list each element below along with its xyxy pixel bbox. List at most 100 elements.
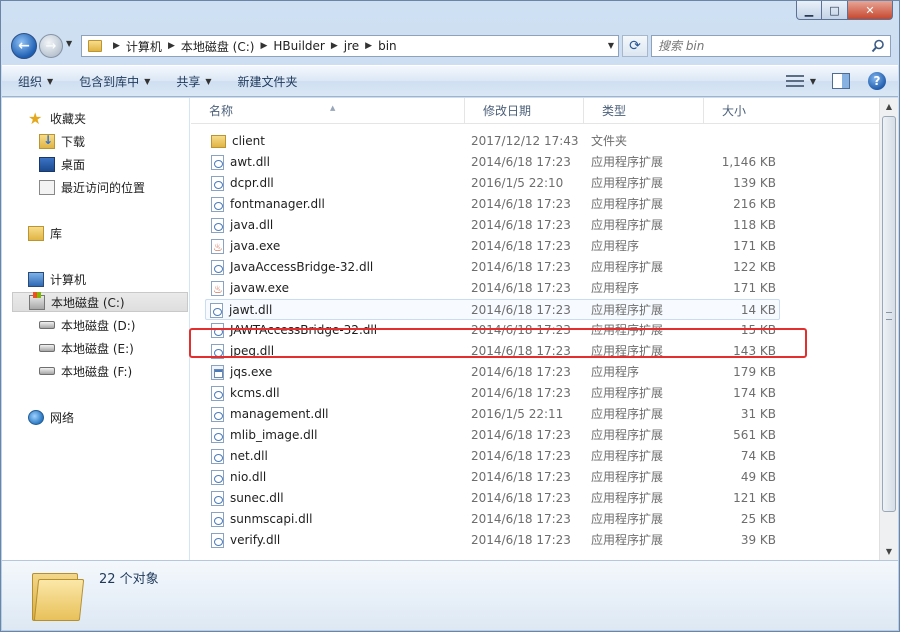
address-dropdown-icon[interactable]: ▼	[608, 41, 614, 50]
column-header-type[interactable]: 类型	[584, 98, 704, 124]
file-name: java.dll	[230, 218, 274, 232]
file-row[interactable]: jqs.exe 2014/6/18 17:23 应用程序 179 KB	[191, 362, 879, 383]
file-rows: client 2017/12/12 17:43 文件夹 awt.dll 2014/6/1…	[191, 131, 879, 551]
vertical-scrollbar[interactable]: ▲ ▼	[879, 98, 898, 560]
dll-file-icon	[211, 491, 224, 506]
recent-pages-dropdown[interactable]: ▼	[66, 39, 72, 48]
navigation-pane[interactable]: ★ 收藏夹 下载 桌面 最近访问的位置 库 计算机	[2, 98, 190, 560]
file-row[interactable]: kcms.dll 2014/6/18 17:23 应用程序扩展 174 KB	[191, 383, 879, 404]
column-header-size[interactable]: 大小	[704, 98, 780, 124]
file-row[interactable]: mlib_image.dll 2014/6/18 17:23 应用程序扩展 561 K…	[191, 425, 879, 446]
minimize-button[interactable]: ▁	[796, 1, 822, 20]
breadcrumb-separator-icon[interactable]: ▶	[113, 41, 120, 51]
breadcrumb-bin[interactable]: bin	[378, 39, 397, 53]
column-header-name[interactable]: 名称 ▲	[191, 98, 465, 124]
file-row[interactable]: awt.dll 2014/6/18 17:23 应用程序扩展 1,146 KB	[191, 152, 879, 173]
nav-recent-places[interactable]: 最近访问的位置	[39, 177, 145, 197]
file-row[interactable]: fontmanager.dll 2014/6/18 17:23 应用程序扩展 216 …	[191, 194, 879, 215]
file-date: 2016/1/5 22:10	[471, 176, 564, 190]
file-size: 121 KB	[733, 491, 776, 505]
nav-favorites[interactable]: ★ 收藏夹	[28, 108, 86, 128]
breadcrumb-computer[interactable]: 计算机	[126, 38, 162, 55]
forward-button[interactable]: →	[39, 34, 63, 58]
file-size: 31 KB	[740, 407, 776, 421]
preview-pane-icon[interactable]	[832, 73, 850, 89]
file-name-cell: javaw.exe	[211, 278, 289, 300]
breadcrumb-drive-c[interactable]: 本地磁盘 (C:)	[181, 38, 255, 55]
item-count: 22 个对象	[99, 572, 159, 587]
dll-file-icon	[211, 386, 224, 401]
file-row[interactable]: sunmscapi.dll 2014/6/18 17:23 应用程序扩展 25 KB	[191, 509, 879, 530]
search-icon[interactable]	[871, 39, 885, 53]
file-row[interactable]: java.exe 2014/6/18 17:23 应用程序 171 KB	[191, 236, 879, 258]
nav-libraries[interactable]: 库	[28, 223, 62, 243]
breadcrumb-separator-icon[interactable]: ▶	[260, 41, 267, 51]
scroll-thumb[interactable]	[882, 116, 896, 512]
file-name: JavaAccessBridge-32.dll	[230, 260, 374, 274]
file-row[interactable]: JAWTAccessBridge-32.dll 2014/6/18 17:23 应用…	[191, 320, 879, 341]
nav-network[interactable]: 网络	[28, 407, 74, 427]
file-row[interactable]: javaw.exe 2014/6/18 17:23 应用程序 171 KB	[191, 278, 879, 300]
share-button[interactable]: 共享 ▼	[176, 73, 211, 90]
nav-drive-f[interactable]: 本地磁盘 (F:)	[39, 361, 132, 381]
file-size: 49 KB	[740, 470, 776, 484]
help-icon[interactable]: ?	[868, 72, 886, 90]
file-row[interactable]: java.dll 2014/6/18 17:23 应用程序扩展 118 KB	[191, 215, 879, 236]
nav-computer-label: 计算机	[50, 272, 87, 287]
file-row[interactable]: client 2017/12/12 17:43 文件夹	[191, 131, 879, 152]
file-type: 应用程序	[591, 239, 640, 253]
scroll-down-icon[interactable]: ▼	[880, 543, 898, 560]
libraries-icon	[28, 225, 44, 241]
file-row[interactable]: dcpr.dll 2016/1/5 22:10 应用程序扩展 139 KB	[191, 173, 879, 194]
address-bar[interactable]: ▶ 计算机 ▶ 本地磁盘 (C:) ▶ HBuilder ▶ jre ▶ bin…	[81, 35, 619, 57]
breadcrumb-separator-icon[interactable]: ▶	[331, 41, 338, 51]
file-row[interactable]: management.dll 2016/1/5 22:11 应用程序扩展 31 KB	[191, 404, 879, 425]
file-row[interactable]: verify.dll 2014/6/18 17:23 应用程序扩展 39 KB	[191, 530, 879, 551]
file-row[interactable]: jawt.dll 2014/6/18 17:23 应用程序扩展 14 KB	[205, 299, 780, 320]
back-button[interactable]: ←	[11, 33, 37, 59]
organize-button[interactable]: 组织 ▼	[18, 73, 53, 90]
file-type: 应用程序扩展	[591, 176, 664, 190]
file-list[interactable]: 名称 ▲ 修改日期 类型 大小 client 2017/12/12 17:43 文件…	[191, 98, 879, 560]
nav-desktop[interactable]: 桌面	[39, 154, 85, 174]
nav-drive-d[interactable]: 本地磁盘 (D:)	[39, 315, 135, 335]
nav-drive-c[interactable]: 本地磁盘 (C:)	[12, 291, 188, 312]
include-in-library-label: 包含到库中	[79, 74, 140, 89]
dll-file-icon	[210, 303, 223, 318]
breadcrumb-hbuilder[interactable]: HBuilder	[273, 39, 324, 53]
file-size: 561 KB	[733, 428, 776, 442]
scroll-grip-icon	[886, 312, 892, 320]
maximize-button[interactable]: □	[822, 1, 848, 20]
file-row[interactable]: sunec.dll 2014/6/18 17:23 应用程序扩展 121 KB	[191, 488, 879, 509]
include-in-library-button[interactable]: 包含到库中 ▼	[79, 73, 150, 90]
file-type: 应用程序扩展	[591, 449, 664, 463]
file-name: awt.dll	[230, 155, 270, 169]
file-row[interactable]: net.dll 2014/6/18 17:23 应用程序扩展 74 KB	[191, 446, 879, 467]
nav-drive-e[interactable]: 本地磁盘 (E:)	[39, 338, 134, 358]
nav-downloads[interactable]: 下载	[39, 131, 85, 151]
new-folder-button[interactable]: 新建文件夹	[238, 73, 298, 90]
close-button[interactable]: ✕	[848, 1, 893, 20]
column-header-date[interactable]: 修改日期	[465, 98, 584, 124]
file-row[interactable]: JavaAccessBridge-32.dll 2014/6/18 17:23 应用…	[191, 257, 879, 278]
search-box[interactable]	[651, 35, 891, 57]
breadcrumb-separator-icon[interactable]: ▶	[365, 41, 372, 51]
file-row[interactable]: nio.dll 2014/6/18 17:23 应用程序扩展 49 KB	[191, 467, 879, 488]
file-name-cell: mlib_image.dll	[211, 425, 317, 446]
refresh-button[interactable]: ⟳	[622, 35, 648, 57]
file-date: 2014/6/18 17:23	[471, 197, 571, 211]
breadcrumb-separator-icon[interactable]: ▶	[168, 41, 175, 51]
file-size: 216 KB	[733, 197, 776, 211]
breadcrumb-jre[interactable]: jre	[344, 39, 359, 53]
nav-drive-e-label: 本地磁盘 (E:)	[61, 341, 134, 356]
file-row[interactable]: jpeg.dll 2014/6/18 17:23 应用程序扩展 143 KB	[191, 341, 879, 362]
file-name: kcms.dll	[230, 386, 280, 400]
nav-computer[interactable]: 计算机	[28, 269, 86, 289]
view-options-dropdown-icon[interactable]: ▼	[810, 77, 816, 86]
search-input[interactable]	[658, 39, 858, 53]
change-view-icon[interactable]	[785, 73, 804, 89]
dll-file-icon	[211, 197, 224, 212]
dll-file-icon	[211, 155, 224, 170]
scroll-up-icon[interactable]: ▲	[880, 98, 898, 115]
chevron-down-icon: ▼	[205, 76, 212, 86]
